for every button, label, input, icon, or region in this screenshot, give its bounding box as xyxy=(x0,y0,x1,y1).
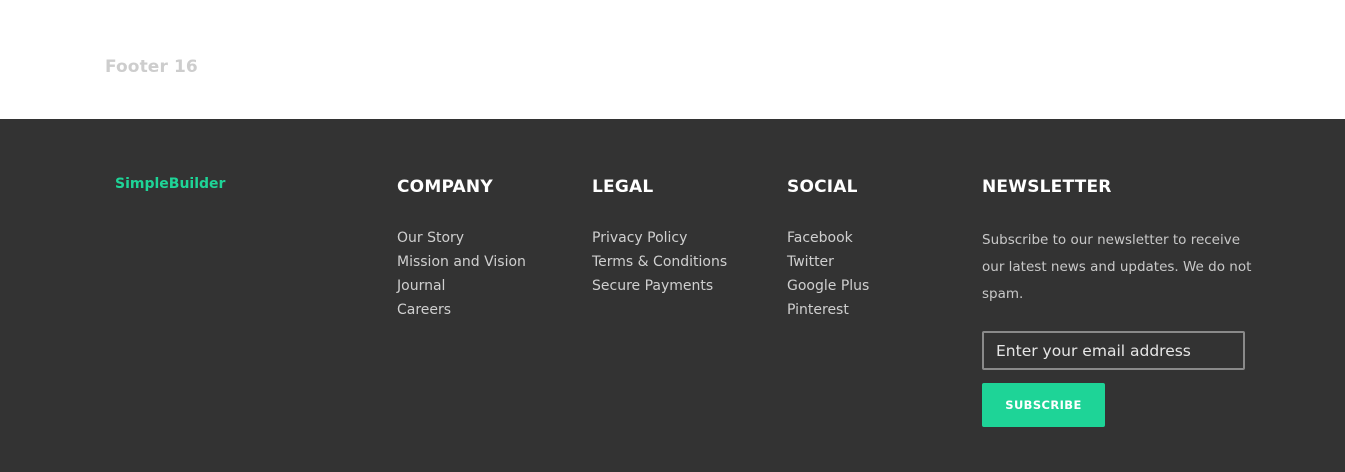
list-item: Journal xyxy=(397,277,526,301)
list-item: Google Plus xyxy=(787,277,869,301)
facebook-link[interactable]: Facebook xyxy=(787,230,853,246)
pinterest-link[interactable]: Pinterest xyxy=(787,302,849,318)
company-links: Our Story Mission and Vision Journal Car… xyxy=(397,229,526,325)
email-field[interactable] xyxy=(982,331,1245,370)
careers-link[interactable]: Careers xyxy=(397,302,451,318)
list-item: Facebook xyxy=(787,229,869,253)
list-item: Secure Payments xyxy=(592,277,727,301)
privacy-policy-link[interactable]: Privacy Policy xyxy=(592,230,687,246)
legal-column: LEGAL Privacy Policy Terms & Conditions … xyxy=(592,177,772,294)
social-column: SOCIAL Facebook Twitter Google Plus Pint… xyxy=(787,177,967,318)
list-item: Pinterest xyxy=(787,301,869,325)
mission-vision-link[interactable]: Mission and Vision xyxy=(397,254,526,270)
journal-link[interactable]: Journal xyxy=(397,278,445,294)
list-item: Privacy Policy xyxy=(592,229,727,253)
page-label: Footer 16 xyxy=(105,57,198,77)
footer: SimpleBuilder COMPANY Our Story Mission … xyxy=(0,119,1345,472)
terms-conditions-link[interactable]: Terms & Conditions xyxy=(592,254,727,270)
social-links: Facebook Twitter Google Plus Pinterest xyxy=(787,229,869,325)
social-heading: SOCIAL xyxy=(787,177,858,197)
legal-heading: LEGAL xyxy=(592,177,654,197)
company-heading: COMPANY xyxy=(397,177,493,197)
newsletter-description: Subscribe to our newsletter to receive o… xyxy=(982,232,1252,302)
list-item: Our Story xyxy=(397,229,526,253)
newsletter-column: NEWSLETTER Subscribe to our newsletter t… xyxy=(982,177,1252,427)
list-item: Terms & Conditions xyxy=(592,253,727,277)
newsletter-heading: NEWSLETTER xyxy=(982,177,1112,197)
list-item: Mission and Vision xyxy=(397,253,526,277)
list-item: Careers xyxy=(397,301,526,325)
our-story-link[interactable]: Our Story xyxy=(397,230,464,246)
subscribe-button[interactable]: SUBSCRIBE xyxy=(982,383,1105,427)
legal-links: Privacy Policy Terms & Conditions Secure… xyxy=(592,229,727,301)
page-header-area: Footer 16 xyxy=(0,0,1345,119)
twitter-link[interactable]: Twitter xyxy=(787,254,834,270)
company-column: COMPANY Our Story Mission and Vision Jou… xyxy=(397,177,577,318)
brand-logo-link[interactable]: SimpleBuilder xyxy=(115,176,225,192)
list-item: Twitter xyxy=(787,253,869,277)
secure-payments-link[interactable]: Secure Payments xyxy=(592,278,713,294)
google-plus-link[interactable]: Google Plus xyxy=(787,278,869,294)
